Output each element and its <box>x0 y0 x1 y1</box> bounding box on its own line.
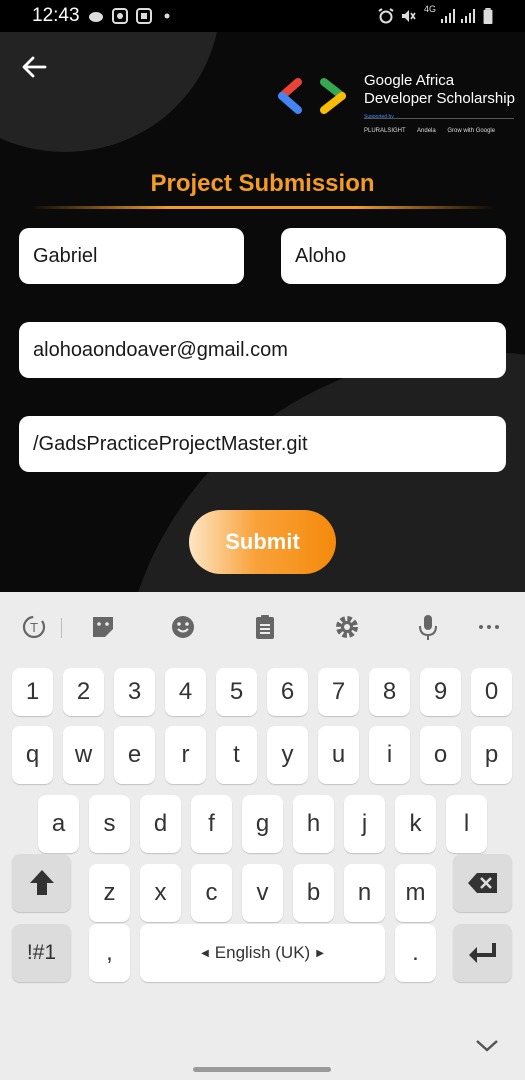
symbols-key[interactable]: !#1 <box>12 924 71 982</box>
microphone-icon[interactable] <box>413 612 443 642</box>
letter-key[interactable]: q <box>12 726 53 784</box>
letter-key[interactable]: y <box>267 726 308 784</box>
partner-grow-with-google: Grow with Google <box>447 128 496 134</box>
letter-key[interactable]: z <box>89 864 130 922</box>
first-name-field[interactable]: Gabriel <box>19 228 244 284</box>
letter-key[interactable]: p <box>471 726 512 784</box>
shift-icon <box>30 870 54 895</box>
logo-divider <box>364 118 514 119</box>
letter-key[interactable]: s <box>89 795 130 853</box>
caret-right-icon: ▶ <box>316 948 324 959</box>
dot-icon <box>164 13 170 19</box>
letter-key[interactable]: o <box>420 726 461 784</box>
network-type: 4G <box>424 4 437 14</box>
comma-key[interactable]: , <box>89 924 130 982</box>
emoji-icon[interactable] <box>168 612 198 642</box>
letter-key[interactable]: l <box>446 795 487 853</box>
clipboard-icon[interactable] <box>250 612 280 642</box>
letter-key[interactable]: u <box>318 726 359 784</box>
app-screen: Google Africa Developer Scholarship Supp… <box>0 32 525 592</box>
letter-key[interactable]: x <box>140 864 181 922</box>
letter-key[interactable]: w <box>63 726 104 784</box>
enter-key[interactable] <box>453 924 512 982</box>
keyboard: T 1234567890 qwertyuiop asdfghjkl zxcvbnm !… <box>0 592 525 1080</box>
letter-key[interactable]: d <box>140 795 181 853</box>
number-key[interactable]: 7 <box>318 668 359 716</box>
number-key[interactable]: 5 <box>216 668 257 716</box>
gallery-icon <box>112 8 128 24</box>
chevron-down-icon[interactable] <box>474 1038 500 1054</box>
page-title: Project Submission <box>150 170 375 197</box>
enter-icon <box>469 943 496 963</box>
gads-logo-icon <box>278 78 346 114</box>
letter-key[interactable]: a <box>38 795 79 853</box>
status-bar: 12:43 4G <box>0 0 525 32</box>
number-key[interactable]: 0 <box>471 668 512 716</box>
space-language-label: English (UK) <box>214 943 311 962</box>
letter-key[interactable]: v <box>242 864 283 922</box>
letter-key[interactable]: i <box>369 726 410 784</box>
signal-icon <box>461 9 475 23</box>
partner-andela: Andela <box>417 128 436 134</box>
status-time: 12:43 <box>32 5 80 26</box>
letter-key[interactable]: e <box>114 726 155 784</box>
backspace-key[interactable] <box>453 854 512 912</box>
title-underline <box>30 206 495 209</box>
email-field[interactable]: alohoaondoaver@gmail.com <box>19 322 506 378</box>
letter-key[interactable]: r <box>165 726 206 784</box>
signal-icon <box>441 9 455 23</box>
sticker-icon[interactable] <box>88 612 118 642</box>
letter-key[interactable]: m <box>395 864 436 922</box>
number-key[interactable]: 2 <box>63 668 104 716</box>
logo-title-line1: Google Africa <box>364 72 455 89</box>
space-key[interactable]: ◀ English (UK) ▶ <box>140 924 385 982</box>
notification-icon <box>89 12 103 22</box>
backspace-icon <box>468 873 497 893</box>
letter-key[interactable]: j <box>344 795 385 853</box>
alarm-icon <box>378 8 394 24</box>
number-key[interactable]: 1 <box>12 668 53 716</box>
number-key[interactable]: 3 <box>114 668 155 716</box>
last-name-field[interactable]: Aloho <box>281 228 506 284</box>
partner-logos: PLURALSIGHT Andela Grow with Google <box>364 128 505 134</box>
shift-key[interactable] <box>12 854 71 912</box>
more-icon[interactable] <box>474 612 504 642</box>
battery-icon <box>483 8 493 24</box>
toolbar-divider <box>61 618 62 638</box>
submit-button[interactable]: Submit <box>189 510 336 574</box>
number-key[interactable]: 6 <box>267 668 308 716</box>
letter-key[interactable]: c <box>191 864 232 922</box>
arrow-left-icon[interactable] <box>20 54 50 80</box>
number-key[interactable]: 9 <box>420 668 461 716</box>
caret-left-icon: ◀ <box>201 948 209 959</box>
letter-key[interactable]: t <box>216 726 257 784</box>
letter-key[interactable]: f <box>191 795 232 853</box>
settings-icon[interactable] <box>332 612 362 642</box>
mute-icon <box>402 10 416 22</box>
period-key[interactable]: . <box>395 924 436 982</box>
letter-key[interactable]: h <box>293 795 334 853</box>
home-indicator <box>193 1067 331 1072</box>
letter-key[interactable]: k <box>395 795 436 853</box>
letter-key[interactable]: g <box>242 795 283 853</box>
logo-title-line2: Developer Scholarship <box>364 90 515 107</box>
github-link-field[interactable]: /GadsPracticeProjectMaster.git <box>19 416 506 472</box>
supported-by-label: Supported by <box>364 114 394 120</box>
number-key[interactable]: 8 <box>369 668 410 716</box>
translate-icon[interactable]: T <box>19 612 49 642</box>
number-key[interactable]: 4 <box>165 668 206 716</box>
letter-key[interactable]: b <box>293 864 334 922</box>
logo-title: Google Africa Developer Scholarship <box>364 72 515 108</box>
letter-key[interactable]: n <box>344 864 385 922</box>
photo-icon <box>136 8 152 24</box>
background-shape <box>0 32 220 152</box>
svg-text:T: T <box>29 621 38 635</box>
partner-pluralsight: PLURALSIGHT <box>364 128 406 134</box>
